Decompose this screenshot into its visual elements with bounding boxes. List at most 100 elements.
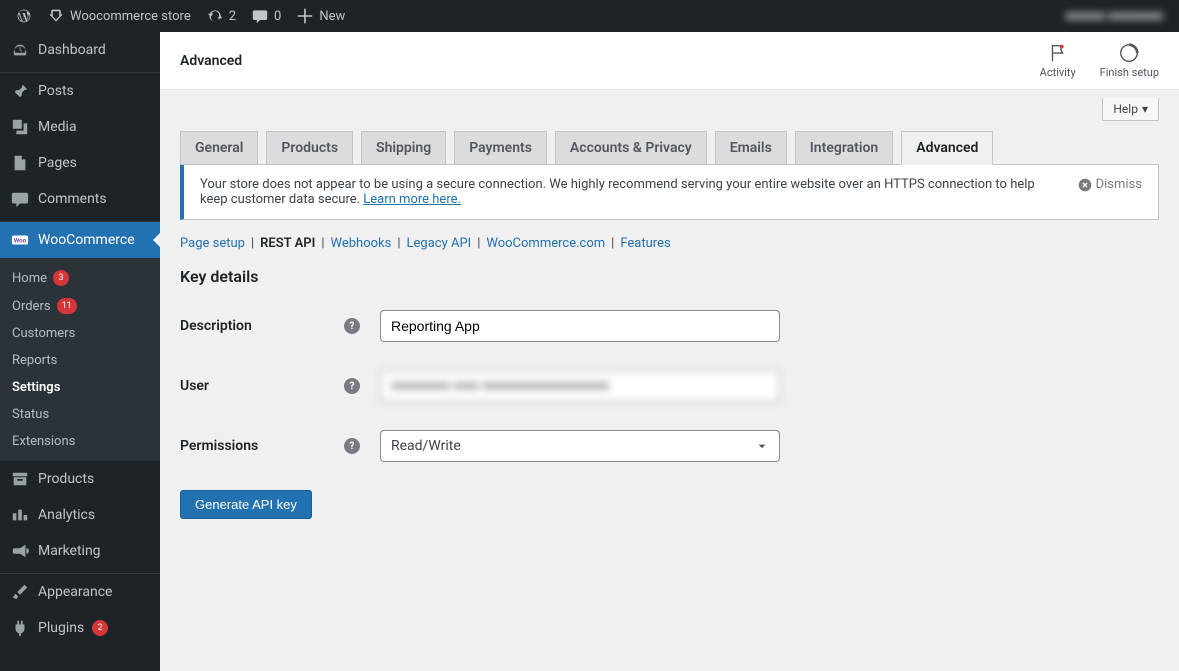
description-input[interactable] xyxy=(380,310,780,342)
dashboard-icon xyxy=(10,40,30,60)
submenu-extensions[interactable]: Extensions xyxy=(0,428,160,455)
site-name: Woocommerce store xyxy=(70,9,191,24)
generate-api-key-button[interactable]: Generate API key xyxy=(180,490,312,519)
dismiss-icon xyxy=(1078,178,1092,192)
user-account[interactable]: ■■■■■ ■■■■■■■ xyxy=(1058,0,1171,32)
wp-logo[interactable] xyxy=(8,0,40,32)
brush-icon xyxy=(10,582,30,602)
badge: 3 xyxy=(53,270,69,286)
menu-analytics[interactable]: Analytics xyxy=(0,497,160,533)
updates-link[interactable]: 2 xyxy=(199,0,244,32)
submenu-status[interactable]: Status xyxy=(0,401,160,428)
menu-comments[interactable]: Comments xyxy=(0,181,160,217)
notice-text: Your store does not appear to be using a… xyxy=(200,177,1035,207)
menu-posts[interactable]: Posts xyxy=(0,73,160,109)
menu-dashboard[interactable]: Dashboard xyxy=(0,32,160,68)
new-label: New xyxy=(319,9,345,24)
chart-icon xyxy=(10,505,30,525)
menu-label: Media xyxy=(38,119,77,135)
user-select[interactable]: ■■■■■■■ ■■■ ■■■■■■■■■■■■■■■ xyxy=(380,370,780,402)
dismiss-button[interactable]: Dismiss xyxy=(1078,177,1142,192)
tab-accounts-privacy[interactable]: Accounts & Privacy xyxy=(555,131,707,165)
menu-marketing[interactable]: Marketing xyxy=(0,533,160,569)
tab-payments[interactable]: Payments xyxy=(454,131,547,165)
tab-emails[interactable]: Emails xyxy=(715,131,787,165)
menu-label: Plugins xyxy=(38,620,84,636)
megaphone-icon xyxy=(10,541,30,561)
https-notice: Your store does not appear to be using a… xyxy=(180,164,1159,220)
menu-label: Pages xyxy=(38,155,77,171)
flag-icon xyxy=(1047,42,1069,64)
section-title: Key details xyxy=(180,267,1159,286)
submenu-orders[interactable]: Orders11 xyxy=(0,292,160,320)
admin-sidebar: Dashboard Posts Media Pages Comments Woo… xyxy=(0,32,160,671)
permissions-row: Permissions? Read/Write xyxy=(180,430,1159,462)
menu-label: Analytics xyxy=(38,507,95,523)
description-row: Description? xyxy=(180,310,1159,342)
tab-products[interactable]: Products xyxy=(266,131,353,165)
subtab-woocommerce-com[interactable]: WooCommerce.com xyxy=(486,236,605,251)
submenu-home[interactable]: Home3 xyxy=(0,264,160,292)
submenu-settings[interactable]: Settings xyxy=(0,374,160,401)
archive-icon xyxy=(10,469,30,489)
comments-icon xyxy=(10,189,30,209)
help-toggle[interactable]: Help ▾ xyxy=(1102,98,1159,121)
submenu-customers[interactable]: Customers xyxy=(0,320,160,347)
site-link[interactable]: Woocommerce store xyxy=(40,0,199,32)
tab-integration[interactable]: Integration xyxy=(795,131,893,165)
help-tip-icon[interactable]: ? xyxy=(344,318,360,334)
tab-general[interactable]: General xyxy=(180,131,258,165)
activity-button[interactable]: Activity xyxy=(1040,42,1076,79)
woocommerce-submenu: Home3 Orders11 Customers Reports Setting… xyxy=(0,258,160,461)
main-content: Advanced Activity Finish setup Help ▾ Ge… xyxy=(160,32,1179,559)
menu-label: WooCommerce xyxy=(38,232,135,248)
menu-label: Marketing xyxy=(38,543,101,559)
subtab-rest-api[interactable]: REST API xyxy=(260,236,315,251)
submenu-reports[interactable]: Reports xyxy=(0,347,160,374)
comments-link[interactable]: 0 xyxy=(244,0,289,32)
menu-pages[interactable]: Pages xyxy=(0,145,160,181)
badge: 11 xyxy=(57,298,77,314)
plug-icon xyxy=(10,618,30,638)
menu-appearance[interactable]: Appearance xyxy=(0,574,160,610)
subtab-page-setup[interactable]: Page setup xyxy=(180,236,245,251)
updates-count: 2 xyxy=(229,9,236,24)
caret-down-icon: ▾ xyxy=(1142,102,1148,116)
permissions-label: Permissions? xyxy=(180,438,380,454)
menu-media[interactable]: Media xyxy=(0,109,160,145)
advanced-subtabs: Page setup|REST API|Webhooks|Legacy API|… xyxy=(180,236,1159,251)
chevron-down-icon xyxy=(755,439,769,453)
menu-plugins[interactable]: Plugins 2 xyxy=(0,610,160,646)
woocommerce-icon: Woo xyxy=(10,230,30,250)
pin-icon xyxy=(10,81,30,101)
menu-products[interactable]: Products xyxy=(0,461,160,497)
help-tip-icon[interactable]: ? xyxy=(344,438,360,454)
new-content-link[interactable]: New xyxy=(289,0,353,32)
page-title: Advanced xyxy=(180,53,242,69)
media-icon xyxy=(10,117,30,137)
menu-woocommerce[interactable]: Woo WooCommerce xyxy=(0,222,160,258)
progress-icon xyxy=(1118,42,1140,64)
help-tip-icon[interactable]: ? xyxy=(344,378,360,394)
tab-shipping[interactable]: Shipping xyxy=(361,131,446,165)
pages-icon xyxy=(10,153,30,173)
subtab-webhooks[interactable]: Webhooks xyxy=(331,236,392,251)
menu-label: Products xyxy=(38,471,94,487)
finish-setup-button[interactable]: Finish setup xyxy=(1100,42,1159,79)
menu-label: Comments xyxy=(38,191,107,207)
badge: 2 xyxy=(92,620,108,636)
subtab-features[interactable]: Features xyxy=(620,236,670,251)
svg-text:Woo: Woo xyxy=(14,237,27,245)
menu-label: Dashboard xyxy=(38,42,106,58)
comments-count: 0 xyxy=(274,9,281,24)
admin-toolbar: Woocommerce store 2 0 New ■■■■■ ■■■■■■■ xyxy=(0,0,1179,32)
settings-tabs: General Products Shipping Payments Accou… xyxy=(180,131,1159,164)
user-label: User? xyxy=(180,378,380,394)
page-header: Advanced Activity Finish setup xyxy=(160,32,1179,90)
tab-advanced[interactable]: Advanced xyxy=(901,131,993,165)
menu-label: Posts xyxy=(38,83,74,99)
permissions-select[interactable]: Read/Write xyxy=(380,430,780,462)
notice-link[interactable]: Learn more here. xyxy=(363,192,461,207)
subtab-legacy-api[interactable]: Legacy API xyxy=(407,236,472,251)
user-row: User? ■■■■■■■ ■■■ ■■■■■■■■■■■■■■■ xyxy=(180,370,1159,402)
